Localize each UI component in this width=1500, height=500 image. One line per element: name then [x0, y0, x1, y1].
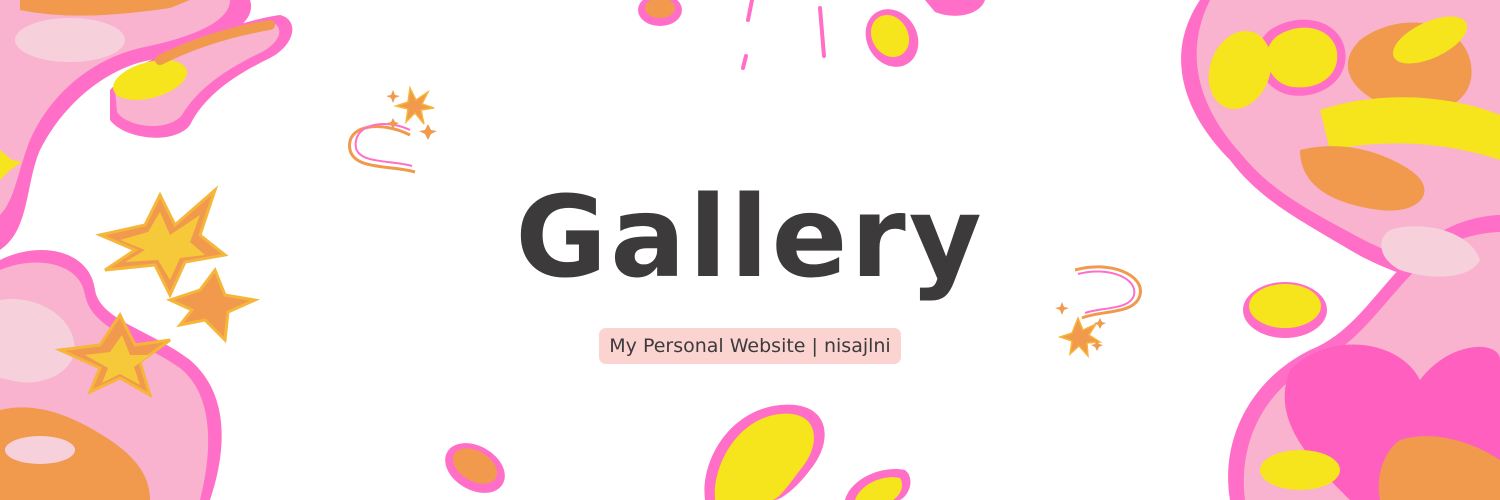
jelly-beans-top: [638, 0, 985, 67]
sparkle-top-left: [348, 85, 437, 174]
subtitle-badge: My Personal Website | nisajlni: [599, 328, 901, 364]
jelly-beans-bottom: [445, 404, 911, 500]
page-title: Gallery: [515, 173, 985, 303]
subtitle-container: My Personal Website | nisajlni: [0, 328, 1500, 364]
burst-lines: [741, 0, 826, 70]
